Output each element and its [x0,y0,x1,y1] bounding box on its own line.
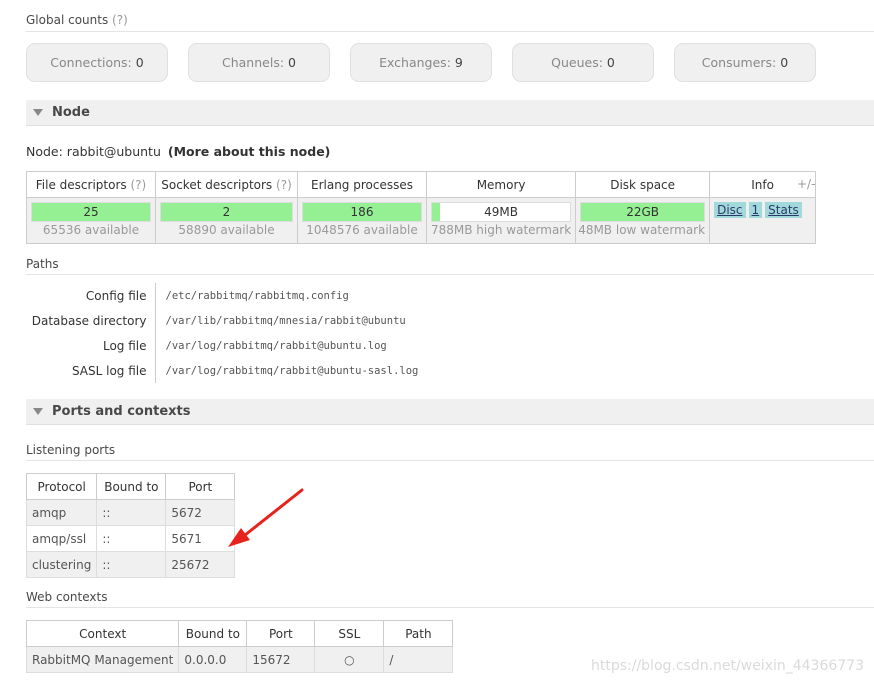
annotation-arrow-icon [228,488,304,547]
watermark: https://blog.csdn.net/weixin_44366773 [590,658,864,674]
